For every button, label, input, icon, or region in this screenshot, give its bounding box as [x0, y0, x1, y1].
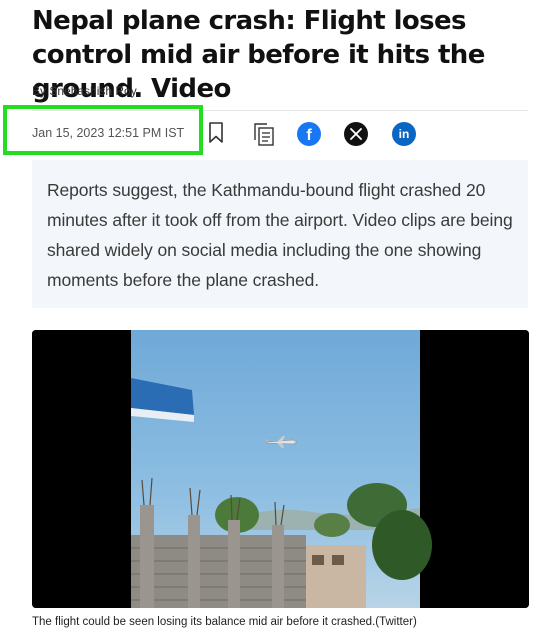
video-caption: The flight could be seen losing its bala… — [32, 616, 417, 628]
video-frame-illustration — [32, 330, 529, 608]
x-icon[interactable] — [344, 122, 368, 146]
linkedin-glyph: in — [398, 127, 410, 141]
video-player[interactable] — [32, 330, 529, 608]
bookmark-icon[interactable] — [206, 120, 226, 146]
facebook-icon[interactable]: f — [297, 122, 321, 146]
article-summary: Reports suggest, the Kathmandu-bound fli… — [32, 160, 528, 308]
linkedin-icon[interactable]: in — [392, 122, 416, 146]
meta-row: Jan 15, 2023 12:51 PM IST f in — [0, 105, 538, 156]
byline[interactable]: By Snehashish Roy — [32, 84, 137, 98]
publish-date: Jan 15, 2023 12:51 PM IST — [32, 126, 185, 140]
x-logo-glyph — [350, 128, 362, 140]
copy-icon[interactable] — [250, 120, 278, 148]
facebook-glyph: f — [306, 126, 312, 144]
